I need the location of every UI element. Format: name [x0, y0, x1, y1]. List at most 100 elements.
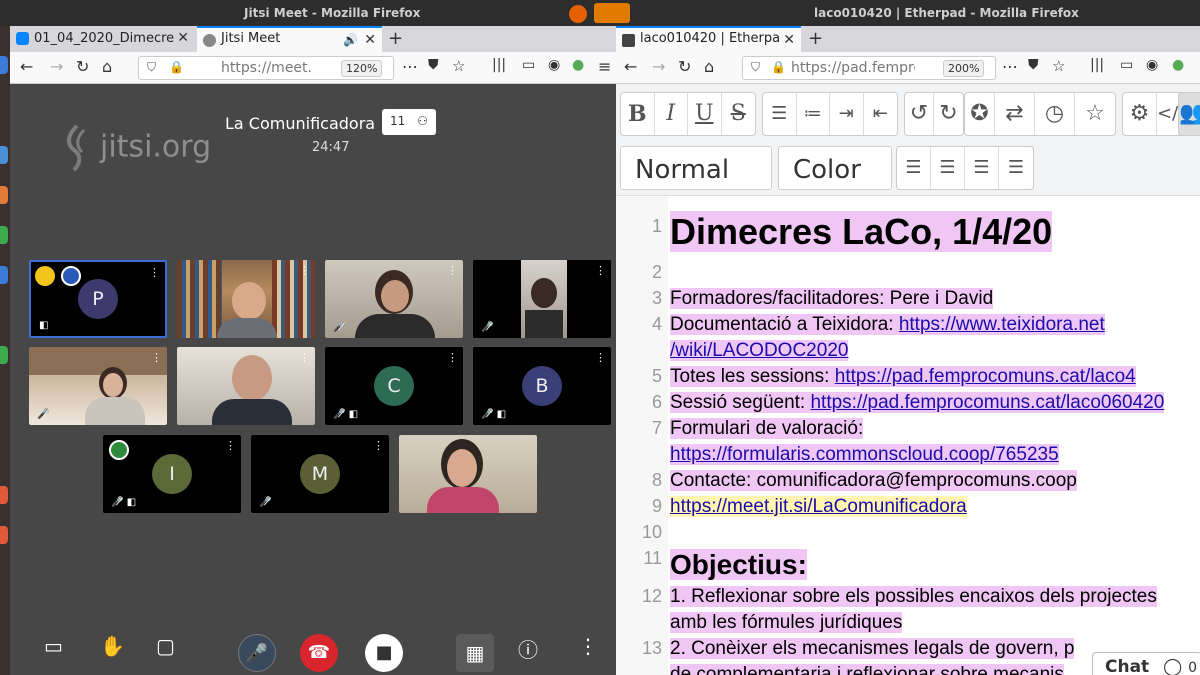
camera-button[interactable]: ■ — [365, 634, 403, 672]
speaker-icon[interactable]: 🔊 — [343, 33, 358, 47]
timeslider-icon[interactable]: ◷ — [1035, 93, 1075, 135]
align-justify-icon[interactable]: ☰ — [965, 147, 999, 189]
forward-icon[interactable]: → — [50, 57, 63, 76]
settings-gear-icon[interactable]: ⚙ — [1123, 93, 1157, 135]
pocket-icon[interactable]: ⛊ — [1028, 57, 1039, 73]
pad-heading-title[interactable]: Dimecres LaCo, 1/4/20 — [670, 211, 1053, 252]
video-tile[interactable]: M ⋮ 🎤̸ — [251, 435, 389, 513]
text-color-select[interactable]: Color — [778, 146, 892, 190]
back-icon[interactable]: ← — [624, 57, 637, 76]
pocket-icon[interactable]: ⛊ — [428, 57, 439, 73]
more-options-icon[interactable]: ⋮ — [595, 264, 606, 277]
more-options-icon[interactable]: ⋮ — [595, 351, 606, 364]
launcher-icon[interactable] — [0, 146, 8, 164]
launcher-icon[interactable] — [0, 266, 8, 284]
info-icon[interactable]: ⓘ — [518, 634, 538, 663]
more-options-icon[interactable]: ⋮ — [373, 439, 384, 452]
sidebar-icon[interactable]: ▭ — [522, 57, 535, 73]
pad-link[interactable]: https://pad.femprocomuns.cat/laco060420 — [810, 392, 1164, 413]
video-tile[interactable]: I ⋮ 🎤̸ ◧ — [103, 435, 241, 513]
launcher-icon[interactable] — [0, 486, 8, 504]
paragraph-style-select[interactable]: Normal — [620, 146, 772, 190]
launcher-icon[interactable] — [0, 226, 8, 244]
pad-line[interactable]: 1. Reflexionar sobre els possibles encai… — [670, 586, 1157, 607]
library-icon[interactable]: ||| — [1090, 57, 1104, 73]
account-icon[interactable]: ◉ — [1146, 57, 1158, 73]
pad-link[interactable]: https://pad.femprocomuns.cat/laco4 — [835, 366, 1136, 387]
pad-line[interactable]: Contacte: comunificadora@femprocomuns.co… — [670, 470, 1077, 491]
more-options-icon[interactable]: ⋮ — [299, 351, 310, 364]
align-left-icon[interactable]: ☰ — [897, 147, 931, 189]
extension-icon[interactable]: ● — [572, 57, 584, 73]
video-tile[interactable]: ⋮ 🎤̸ — [325, 260, 463, 338]
new-tab-icon[interactable]: + — [388, 28, 403, 49]
reload-icon[interactable]: ↻ — [76, 57, 89, 76]
raise-hand-icon[interactable]: ✋ — [100, 634, 125, 658]
url-text[interactable]: https://meet.j — [221, 60, 311, 76]
more-options-icon[interactable]: ⋮ — [149, 266, 160, 279]
import-export-icon[interactable]: ⇄ — [995, 93, 1035, 135]
lock-icon[interactable]: 🔒 — [771, 60, 786, 74]
chat-icon[interactable]: ▢ — [156, 634, 175, 658]
reload-icon[interactable]: ↻ — [678, 57, 691, 76]
pad-editor[interactable]: 1 2 3 4 5 6 7 8 9 10 11 12 13 Dimecres L… — [616, 196, 1200, 675]
pad-line[interactable]: Formadores/facilitadores: Pere i David — [670, 288, 994, 309]
page-actions-icon[interactable]: ⋯ — [402, 57, 418, 76]
more-options-icon[interactable]: ⋮ — [447, 264, 458, 277]
chat-button[interactable]: Chat ◯ 0 — [1092, 652, 1200, 675]
unordered-list-icon[interactable]: ≔ — [797, 93, 830, 135]
video-tile[interactable]: B ⋮ 🎤̸ ◧ — [473, 347, 611, 425]
pad-link[interactable]: https://www.teixidora.net — [899, 314, 1105, 335]
zoom-level[interactable]: 120% — [341, 60, 383, 77]
participant-count-button[interactable]: 11 ⚇ — [382, 109, 436, 135]
pad-heading-objectius[interactable]: Objectius: — [670, 549, 807, 580]
launcher-icon[interactable] — [0, 186, 8, 204]
screen-share-icon[interactable]: ▭ — [44, 634, 63, 658]
tab-etherpad[interactable]: laco010420 | Etherpa ✕ — [616, 26, 801, 52]
pad-line[interactable]: Documentació a Teixidora: https://www.te… — [670, 314, 1105, 335]
lock-icon[interactable]: 🔒 — [169, 60, 184, 74]
home-icon[interactable]: ⌂ — [102, 57, 112, 76]
launcher-icon[interactable] — [0, 346, 8, 364]
forward-icon[interactable]: → — [652, 57, 665, 76]
ordered-list-icon[interactable]: ☰ — [763, 93, 797, 135]
sidebar-icon[interactable]: ▭ — [1120, 57, 1133, 73]
url-text[interactable]: https://pad.fempro — [791, 60, 915, 76]
hangup-button[interactable]: ☎ — [300, 634, 338, 672]
bookmark-star-icon[interactable]: ☆ — [452, 57, 465, 75]
users-button[interactable]: 👥 — [1178, 92, 1200, 136]
outdent-icon[interactable]: ⇤ — [864, 93, 897, 135]
account-icon[interactable]: ◉ — [548, 57, 560, 73]
shield-icon[interactable]: ⛉ — [751, 60, 760, 75]
menu-icon[interactable]: ≡ — [598, 57, 611, 76]
video-tile[interactable]: C ⋮ 🎤̸ ◧ — [325, 347, 463, 425]
pad-line[interactable]: Sessió següent: https://pad.femprocomuns… — [670, 392, 1165, 413]
more-actions-icon[interactable]: ⋮ — [578, 634, 598, 658]
tab-jitsi-meet[interactable]: Jitsi Meet 🔊 ✕ — [197, 26, 382, 52]
zoom-level[interactable]: 200% — [943, 60, 985, 77]
extension-icon[interactable]: ● — [1172, 57, 1184, 73]
home-icon[interactable]: ⌂ — [704, 57, 714, 76]
close-icon[interactable]: ✕ — [364, 32, 376, 48]
strikethrough-icon[interactable]: S — [722, 93, 755, 135]
video-tile[interactable]: ⋮ — [177, 347, 315, 425]
video-tile[interactable]: ⋮ 🎤̸ — [473, 260, 611, 338]
pad-line[interactable]: 2. Conèixer els mecanismes legals de gov… — [670, 638, 1075, 659]
tab-document[interactable]: 01_04_2020_Dimecre ✕ — [10, 26, 195, 52]
bookmark-star-icon[interactable]: ☆ — [1052, 57, 1065, 75]
url-bar[interactable]: ⛉ 🔒 https://pad.fempro 200% — [742, 56, 996, 80]
pad-line[interactable]: Formulari de valoració: — [670, 418, 864, 439]
tile-view-icon[interactable]: ▦ — [456, 634, 494, 672]
redo-icon[interactable]: ↻ — [934, 93, 963, 135]
close-icon[interactable]: ✕ — [783, 32, 795, 48]
undo-icon[interactable]: ↺ — [905, 93, 935, 135]
bold-icon[interactable]: B — [621, 93, 655, 135]
launcher-icon[interactable] — [0, 526, 8, 544]
pad-line[interactable]: de complementaria i reflexionar sobre me… — [670, 664, 1064, 675]
url-bar[interactable]: ⛉ 🔒 https://meet.j 120% — [138, 56, 394, 80]
close-icon[interactable]: ✕ — [177, 30, 189, 46]
pad-line[interactable]: amb les fórmules jurídiques — [670, 612, 903, 633]
page-actions-icon[interactable]: ⋯ — [1002, 57, 1018, 76]
more-options-icon[interactable]: ⋮ — [225, 439, 236, 452]
video-tile[interactable]: ⋮ 🎤̸ — [29, 347, 167, 425]
